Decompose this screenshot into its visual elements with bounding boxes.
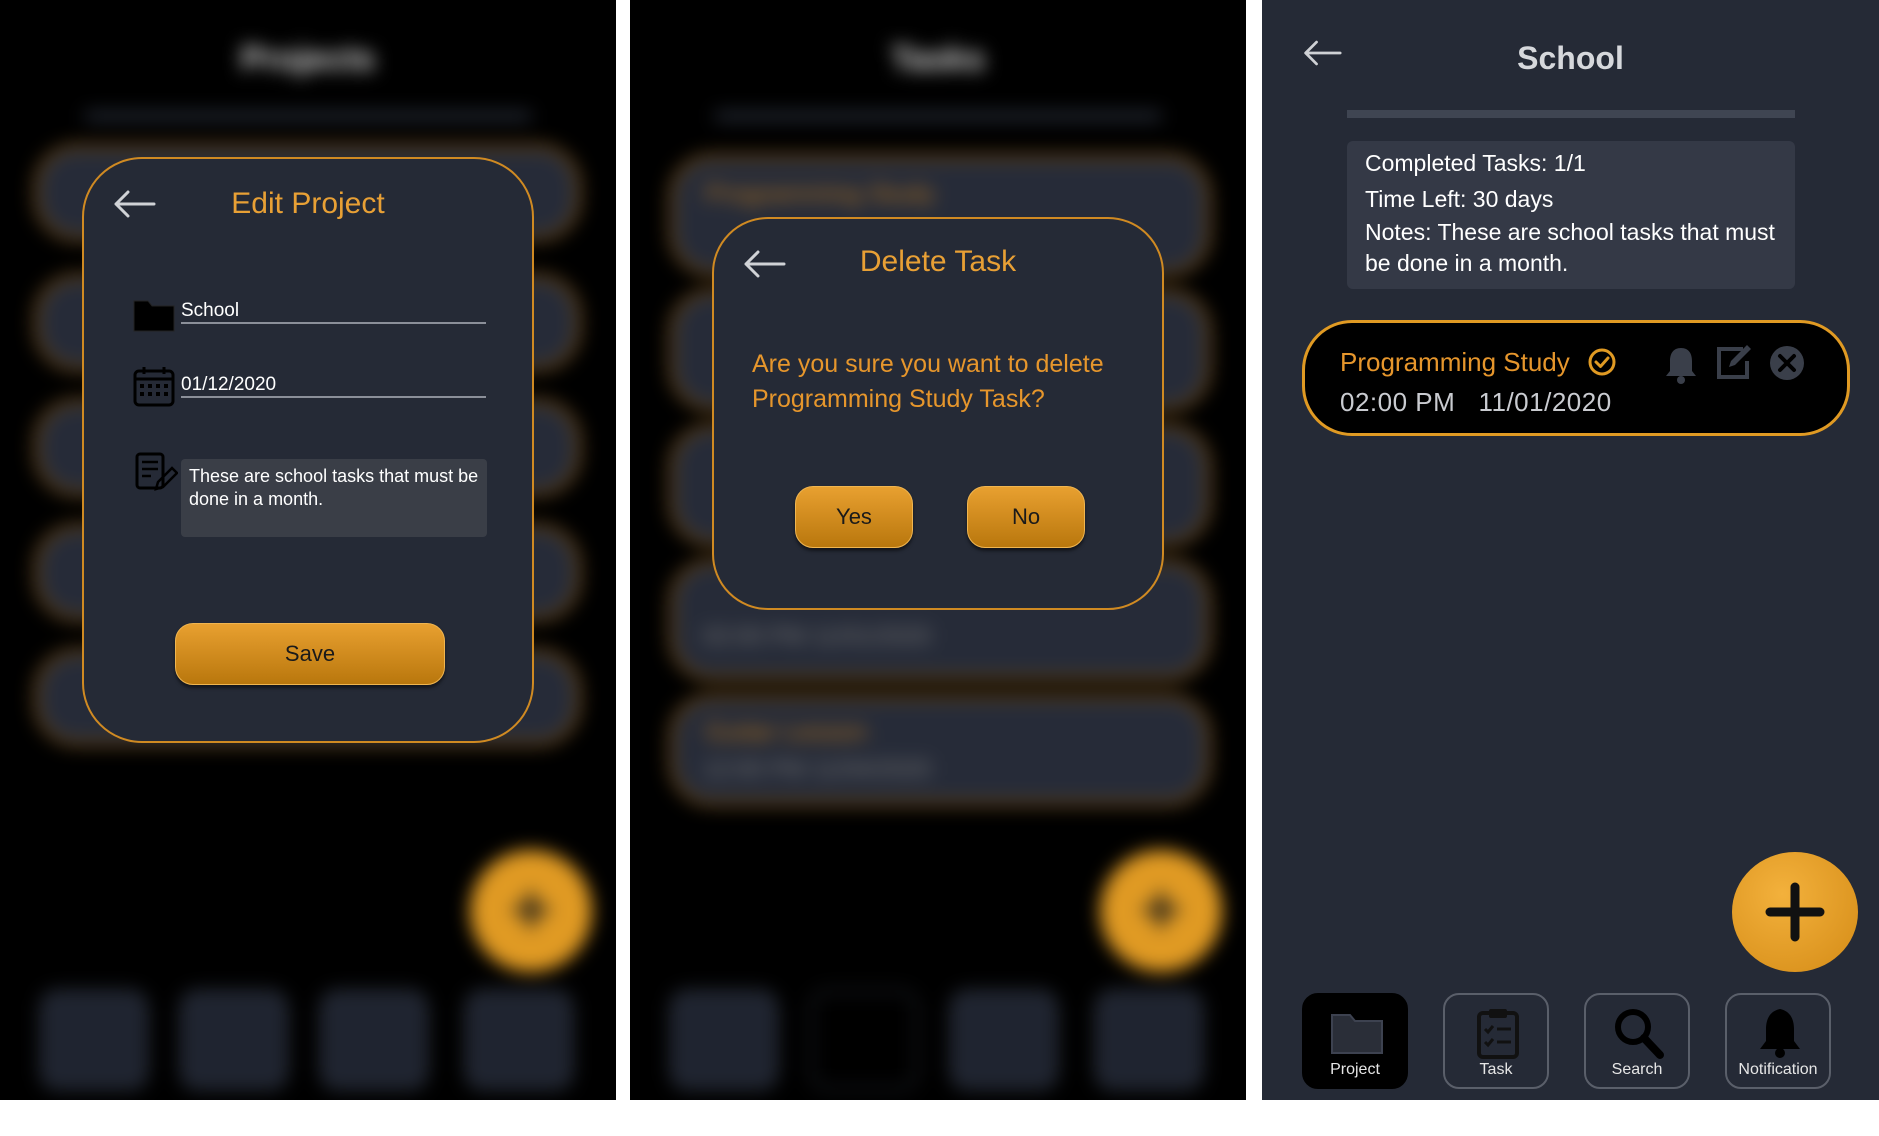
nav-label: Project — [1330, 1061, 1380, 1078]
nav-task-button[interactable]: Task — [1443, 993, 1549, 1089]
title-divider — [1347, 110, 1795, 118]
nav-label: Notification — [1738, 1061, 1818, 1078]
project-detail-screen: School Completed Tasks: 1/1 Time Left: 3… — [1262, 0, 1879, 1100]
dialog-title: Delete Task — [859, 245, 1017, 278]
delete-confirmation-message: Are you sure you want to delete Programm… — [752, 350, 1104, 413]
save-button[interactable]: Save — [175, 623, 445, 685]
edit-project-screen: Projects + Edit Project School 01/12/202… — [0, 0, 616, 1100]
blurred-task-meta: 02:00 PM 11/01/2020 — [703, 623, 931, 650]
blurred-nav-button — [40, 990, 148, 1090]
folder-icon — [132, 293, 176, 335]
task-date: 11/01/2020 — [1478, 387, 1612, 417]
project-notes-input[interactable]: These are school tasks that must be done… — [181, 459, 487, 537]
blurred-task-meta: 12:00 PM 11/04/2020 — [703, 756, 931, 783]
no-button[interactable]: No — [967, 486, 1085, 548]
yes-button[interactable]: Yes — [795, 486, 913, 548]
task-name: Programming Study — [1340, 347, 1570, 377]
blurred-task-name: Guitar Lesson — [705, 716, 867, 746]
blurred-divider — [715, 112, 1161, 120]
delete-task-screen: Tasks Programming Study 02:00 PM 11/01/2… — [630, 0, 1246, 1100]
nav-project-button[interactable]: Project — [1302, 993, 1408, 1089]
task-card[interactable]: Programming Study 02:00 PM 11/01/2020 — [1302, 320, 1850, 436]
project-notes-text: Notes: These are school tasks that must … — [1365, 219, 1775, 276]
name-underline — [181, 322, 486, 324]
nav-search-button[interactable]: Search — [1584, 993, 1690, 1089]
edit-icon[interactable] — [1713, 343, 1753, 383]
time-left-text: Time Left: 30 days — [1365, 186, 1554, 212]
project-info-box: Completed Tasks: 1/1 Time Left: 30 days … — [1347, 141, 1795, 289]
blurred-task-card: Guitar Lesson 12:00 PM 11/04/2020 — [670, 695, 1210, 805]
clipboard-icon — [1471, 1007, 1525, 1059]
task-time: 02:00 PM — [1340, 387, 1456, 417]
folder-icon — [1330, 1007, 1384, 1059]
delete-task-dialog: Delete Task Are you sure you want to del… — [712, 217, 1164, 610]
nav-label: Task — [1479, 1061, 1513, 1078]
blurred-nav-button — [670, 990, 778, 1090]
notes-edit-icon — [134, 451, 179, 493]
blurred-add-button: + — [470, 850, 592, 972]
edit-project-dialog: Edit Project School 01/12/2020 These are… — [82, 157, 534, 743]
date-underline — [181, 396, 486, 398]
blurred-add-button: + — [1100, 850, 1222, 972]
nav-notification-button[interactable]: Notification — [1725, 993, 1831, 1089]
blurred-nav-button — [180, 990, 288, 1090]
blurred-nav-button — [320, 990, 428, 1090]
blurred-nav-button — [810, 990, 918, 1090]
project-date-input[interactable]: 01/12/2020 — [181, 374, 276, 396]
blurred-nav-button — [465, 990, 573, 1090]
add-task-button[interactable] — [1732, 852, 1858, 972]
check-circle-icon — [1587, 347, 1617, 377]
project-name-input[interactable]: School — [181, 300, 239, 322]
blurred-nav-button — [1095, 990, 1203, 1090]
blurred-nav-button — [950, 990, 1058, 1090]
blurred-divider — [85, 112, 531, 120]
task-time-date: 02:00 PM 11/01/2020 — [1340, 387, 1612, 418]
dialog-title: Edit Project — [231, 187, 385, 220]
blurred-screen-title: Tasks — [891, 40, 985, 78]
search-icon — [1612, 1007, 1666, 1059]
nav-label: Search — [1611, 1061, 1663, 1078]
blurred-screen-title: Projects — [240, 40, 376, 78]
blurred-task-name: Programming Study — [705, 178, 935, 208]
completed-tasks-text: Completed Tasks: 1/1 — [1365, 150, 1586, 176]
page-title: School — [1517, 40, 1624, 76]
bell-icon[interactable] — [1663, 345, 1699, 385]
close-circle-icon[interactable] — [1767, 343, 1807, 383]
calendar-icon — [132, 365, 176, 407]
bell-icon — [1753, 1007, 1807, 1059]
